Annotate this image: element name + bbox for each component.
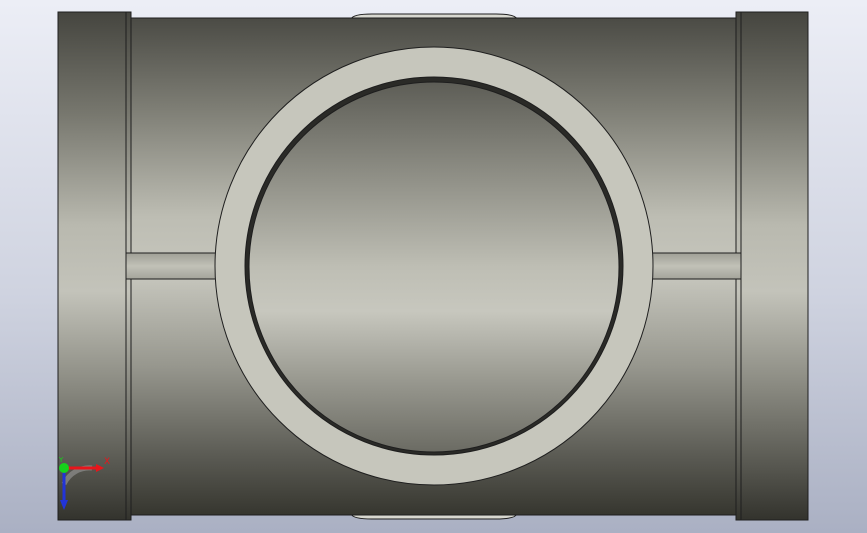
left-rib bbox=[125, 252, 219, 280]
left-collar bbox=[57, 11, 132, 521]
right-rib bbox=[649, 252, 742, 280]
x-axis-label: X bbox=[104, 457, 111, 467]
branch-bore bbox=[248, 81, 620, 453]
model-view[interactable] bbox=[0, 0, 867, 533]
z-arrow-icon bbox=[60, 500, 68, 510]
graphics-area[interactable]: X Y bbox=[0, 0, 867, 533]
y-axis-label: Y bbox=[59, 456, 64, 464]
right-collar bbox=[735, 11, 809, 521]
coordinate-triad[interactable]: X Y bbox=[54, 454, 114, 514]
x-arrow-icon bbox=[96, 464, 104, 472]
